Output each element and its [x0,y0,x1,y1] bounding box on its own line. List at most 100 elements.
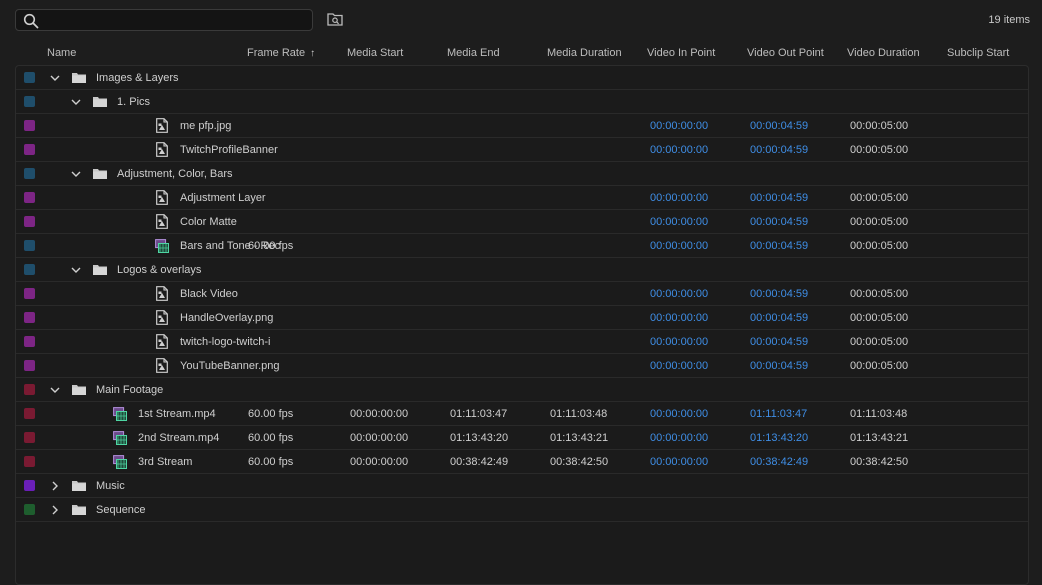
chevron-down-icon[interactable] [50,73,60,83]
label-color-swatch[interactable] [24,264,35,275]
clip-row[interactable]: me pfp.jpg 00:00:00:00 00:00:04:59 00:00:05… [16,114,1028,138]
cell-video-out[interactable]: 00:00:04:59 [750,336,808,348]
column-header-video-duration[interactable]: Video Duration [847,47,920,59]
cell-video-in[interactable]: 00:00:00:00 [650,240,708,252]
cell-video-out[interactable]: 01:11:03:47 [750,408,807,420]
item-name[interactable]: Music [96,480,125,492]
cell-video-out[interactable]: 00:00:04:59 [750,192,808,204]
item-name[interactable]: 1st Stream.mp4 [138,408,216,420]
item-name[interactable]: 1. Pics [117,96,150,108]
cell-video-in[interactable]: 00:00:00:00 [650,120,708,132]
clip-row[interactable]: Color Matte 00:00:00:00 00:00:04:59 00:00:0… [16,210,1028,234]
item-name[interactable]: Sequence [96,504,146,516]
chevron-right-icon[interactable] [50,505,60,515]
item-name[interactable]: Images & Layers [96,72,179,84]
item-name[interactable]: HandleOverlay.png [180,312,273,324]
clip-row[interactable]: Black Video 00:00:00:00 00:00:04:59 00:00:0… [16,282,1028,306]
label-color-swatch[interactable] [24,288,35,299]
label-color-swatch[interactable] [24,432,35,443]
bin-row[interactable]: Sequence [16,498,1028,522]
label-color-swatch[interactable] [24,144,35,155]
label-color-swatch[interactable] [24,168,35,179]
bin-row[interactable]: Images & Layers [16,66,1028,90]
chevron-right-icon[interactable] [50,481,60,491]
clip-row[interactable]: Bars and Tone - Rec 60.00 fps 00:00:00:00 0… [16,234,1028,258]
item-name[interactable]: 3rd Stream [138,456,192,468]
cell-video-in[interactable]: 00:00:00:00 [650,336,708,348]
label-color-swatch[interactable] [24,504,35,515]
column-header-media-duration[interactable]: Media Duration [547,47,622,59]
item-name[interactable]: me pfp.jpg [180,120,231,132]
cell-video-out[interactable]: 00:38:42:49 [750,456,808,468]
cell-video-in[interactable]: 00:00:00:00 [650,432,708,444]
item-name[interactable]: TwitchProfileBanner [180,144,278,156]
label-color-swatch[interactable] [24,384,35,395]
cell-video-out[interactable]: 00:00:04:59 [750,360,808,372]
clip-row[interactable]: twitch-logo-twitch-i 00:00:00:00 00:00:04:… [16,330,1028,354]
bin-row[interactable]: Music [16,474,1028,498]
cell-video-out[interactable]: 00:00:04:59 [750,288,808,300]
label-color-swatch[interactable] [24,336,35,347]
bin-row[interactable]: Main Footage [16,378,1028,402]
chevron-down-icon[interactable] [71,97,81,107]
cell-video-in[interactable]: 00:00:00:00 [650,288,708,300]
sort-ascending-icon[interactable]: ↑ [310,48,315,59]
search-field[interactable] [15,9,313,31]
label-color-swatch[interactable] [24,456,35,467]
cell-video-out[interactable]: 00:00:04:59 [750,240,808,252]
label-color-swatch[interactable] [24,408,35,419]
chevron-down-icon[interactable] [71,265,81,275]
find-bin-icon[interactable] [327,12,343,26]
clip-row[interactable]: HandleOverlay.png 00:00:00:00 00:00:04:59 0… [16,306,1028,330]
item-name[interactable]: 2nd Stream.mp4 [138,432,219,444]
item-name[interactable]: YouTubeBanner.png [180,360,280,372]
chevron-down-icon[interactable] [50,385,60,395]
cell-video-out[interactable]: 01:13:43:20 [750,432,808,444]
column-header-media-end[interactable]: Media End [447,47,500,59]
label-color-swatch[interactable] [24,120,35,131]
column-header-video-in-point[interactable]: Video In Point [647,47,715,59]
clip-row[interactable]: YouTubeBanner.png 00:00:00:00 00:00:04:59 0… [16,354,1028,378]
item-name[interactable]: Black Video [180,288,238,300]
cell-video-in[interactable]: 00:00:00:00 [650,360,708,372]
clip-row[interactable]: TwitchProfileBanner 00:00:00:00 00:00:04:5… [16,138,1028,162]
label-color-swatch[interactable] [24,480,35,491]
bin-row[interactable]: Adjustment, Color, Bars [16,162,1028,186]
cell-video-out[interactable]: 00:00:04:59 [750,312,808,324]
column-header-media-start[interactable]: Media Start [347,47,403,59]
label-color-swatch[interactable] [24,192,35,203]
column-header-frame-rate[interactable]: Frame Rate ↑ [247,47,315,59]
clip-row[interactable]: Adjustment Layer 00:00:00:00 00:00:04:59 00… [16,186,1028,210]
item-name[interactable]: Main Footage [96,384,163,396]
label-color-swatch[interactable] [24,360,35,371]
clip-row[interactable]: 3rd Stream 60.00 fps 00:00:00:00 00:38:42:4… [16,450,1028,474]
label-color-swatch[interactable] [24,216,35,227]
item-name[interactable]: twitch-logo-twitch-i [180,336,270,348]
column-header-video-out-point[interactable]: Video Out Point [747,47,824,59]
item-name[interactable]: Logos & overlays [117,264,201,276]
cell-video-in[interactable]: 00:00:00:00 [650,192,708,204]
clip-row[interactable]: 2nd Stream.mp4 60.00 fps 00:00:00:00 01:13:… [16,426,1028,450]
item-name[interactable]: Color Matte [180,216,237,228]
cell-video-in[interactable]: 00:00:00:00 [650,408,708,420]
cell-video-in[interactable]: 00:00:00:00 [650,312,708,324]
cell-video-in[interactable]: 00:00:00:00 [650,216,708,228]
column-header-subclip-start[interactable]: Subclip Start [947,47,1009,59]
item-name[interactable]: Adjustment Layer [180,192,266,204]
label-color-swatch[interactable] [24,96,35,107]
bin-row[interactable]: Logos & overlays [16,258,1028,282]
search-input[interactable] [44,11,308,31]
cell-video-in[interactable]: 00:00:00:00 [650,456,708,468]
clip-row[interactable]: 1st Stream.mp4 60.00 fps 00:00:00:00 01:11:… [16,402,1028,426]
bin-row[interactable]: 1. Pics [16,90,1028,114]
label-color-swatch[interactable] [24,312,35,323]
cell-video-out[interactable]: 00:00:04:59 [750,144,808,156]
cell-video-out[interactable]: 00:00:04:59 [750,120,808,132]
column-header-name[interactable]: Name [47,47,76,59]
label-color-swatch[interactable] [24,240,35,251]
item-name[interactable]: Adjustment, Color, Bars [117,168,233,180]
cell-video-out[interactable]: 00:00:04:59 [750,216,808,228]
label-color-swatch[interactable] [24,72,35,83]
chevron-down-icon[interactable] [71,169,81,179]
cell-video-in[interactable]: 00:00:00:00 [650,144,708,156]
